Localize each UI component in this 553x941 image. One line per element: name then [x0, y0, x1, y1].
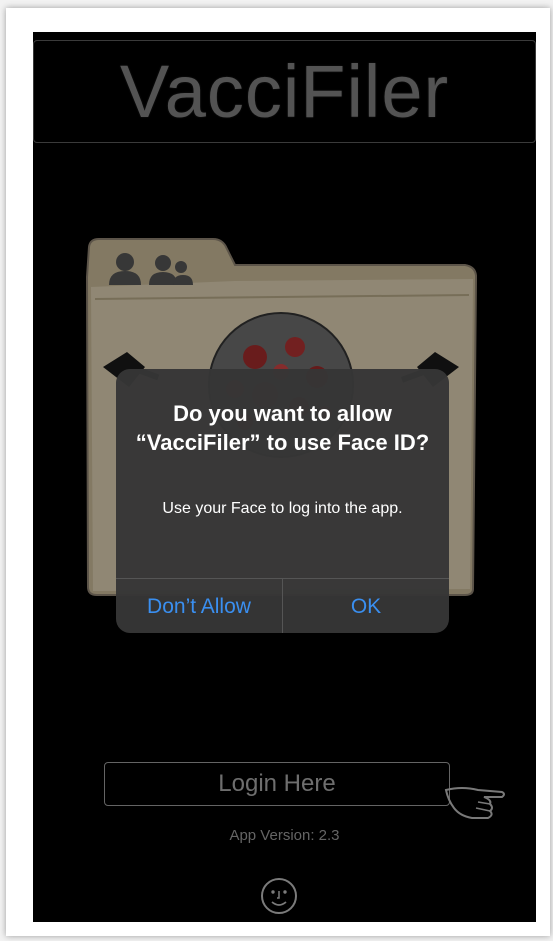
alert-button-row: Don’t Allow OK: [116, 578, 449, 633]
face-id-permission-alert: Do you want to allow “VacciFiler” to use…: [116, 369, 449, 633]
alert-message: Use your Face to log into the app.: [162, 500, 403, 517]
ok-button[interactable]: OK: [282, 579, 449, 633]
alert-title: Do you want to allow “VacciFiler” to use…: [135, 401, 430, 455]
dont-allow-button[interactable]: Don’t Allow: [116, 579, 282, 633]
